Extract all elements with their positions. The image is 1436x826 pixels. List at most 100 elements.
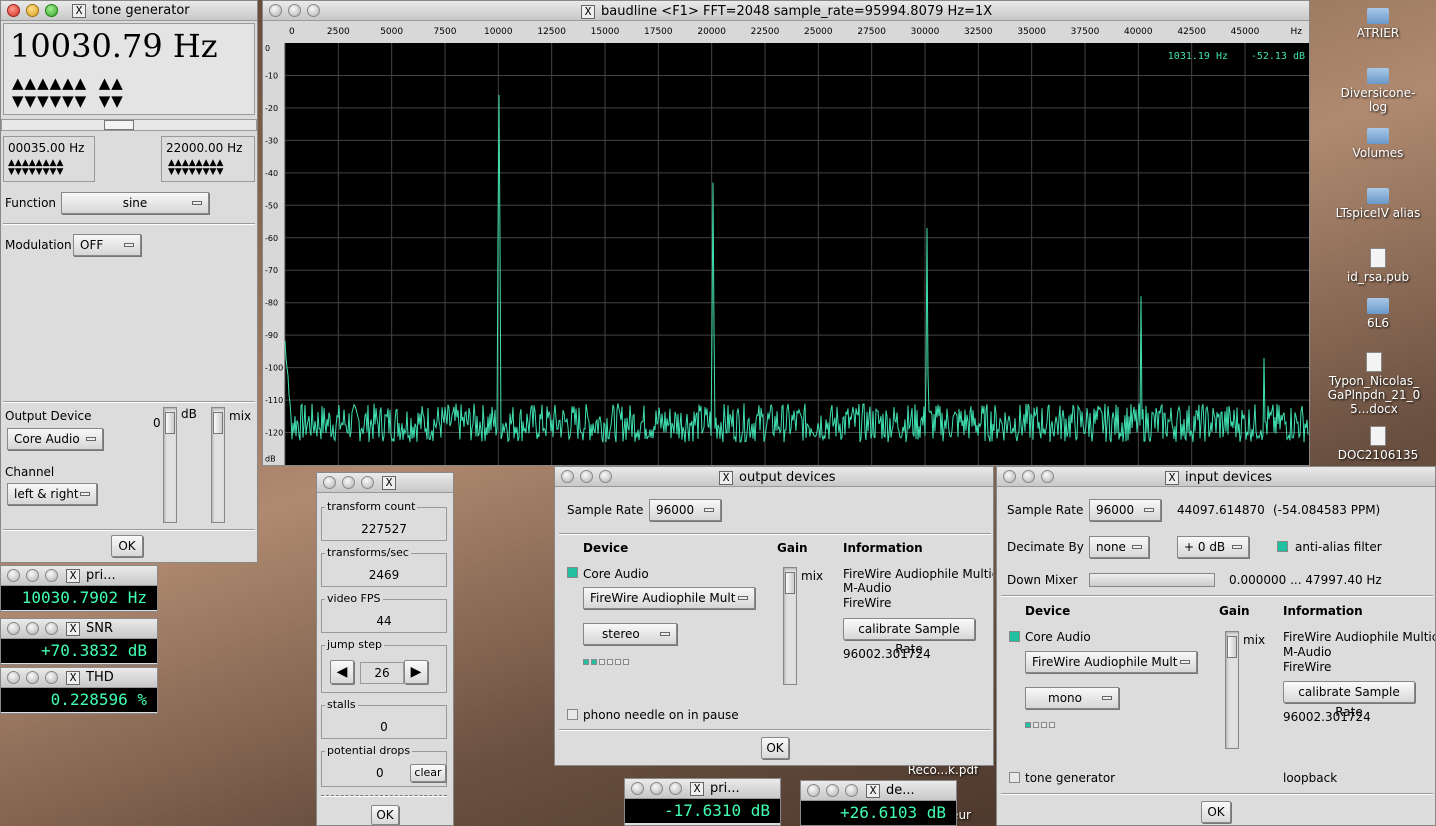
decimate-select[interactable]: none bbox=[1089, 536, 1149, 558]
minimize-button[interactable] bbox=[342, 476, 355, 489]
frequency-slider[interactable] bbox=[1, 119, 257, 131]
core-audio-checkbox[interactable] bbox=[567, 567, 578, 578]
x-tick-label: 2500 bbox=[327, 27, 350, 37]
zoom-button[interactable] bbox=[45, 4, 58, 17]
zoom-button[interactable] bbox=[845, 784, 858, 797]
close-button[interactable] bbox=[269, 4, 282, 17]
zoom-button[interactable] bbox=[45, 671, 58, 684]
jump-step-value[interactable]: 26 bbox=[360, 662, 404, 684]
meter-titlebar[interactable]: Xde... bbox=[801, 781, 956, 801]
ok-button[interactable]: OK bbox=[371, 805, 399, 825]
x11-icon: X bbox=[690, 781, 704, 796]
tone-generator-checkbox[interactable] bbox=[1009, 772, 1020, 783]
channel-mode-select[interactable]: stereo bbox=[583, 623, 677, 645]
function-select[interactable]: sine bbox=[61, 192, 209, 214]
window-title: baudline <F1> FFT=2048 sample_rate=95994… bbox=[601, 4, 993, 19]
sample-rate-select[interactable]: 96000 bbox=[649, 499, 721, 521]
down-mixer-slider[interactable] bbox=[1089, 573, 1215, 587]
desktop-item-ltspice[interactable]: LTspiceIV alias bbox=[1333, 188, 1423, 220]
close-button[interactable] bbox=[7, 671, 20, 684]
anti-alias-checkbox[interactable] bbox=[1277, 541, 1288, 552]
mix-slider[interactable] bbox=[211, 407, 225, 523]
desktop-item-6l6[interactable]: 6L6 bbox=[1333, 298, 1423, 330]
zoom-button[interactable] bbox=[599, 470, 612, 483]
close-button[interactable] bbox=[631, 782, 644, 795]
gain-slider-thumb[interactable] bbox=[785, 572, 795, 594]
zoom-button[interactable] bbox=[361, 476, 374, 489]
video-fps-group: video FPS 44 bbox=[321, 592, 447, 633]
mix-slider-thumb[interactable] bbox=[213, 412, 223, 434]
minimize-button[interactable] bbox=[826, 784, 839, 797]
window-title: output devices bbox=[739, 470, 836, 485]
desktop-item-idrsa[interactable]: id_rsa.pub bbox=[1333, 248, 1423, 284]
gain-slider[interactable] bbox=[783, 567, 797, 685]
gain-slider-thumb[interactable] bbox=[165, 412, 175, 434]
calibrate-sample-rate-button[interactable]: calibrate Sample Rate bbox=[1283, 681, 1415, 719]
zoom-button[interactable] bbox=[1041, 470, 1054, 483]
meter-titlebar[interactable]: Xpri... bbox=[625, 779, 780, 799]
frequency-display: 10030.79 Hz ▲▲▲▲▲▲ ▲▲ ▼▼▼▼▼▼ ▼▼ bbox=[3, 23, 255, 115]
output-device-select[interactable]: Core Audio bbox=[7, 428, 103, 450]
close-button[interactable] bbox=[7, 4, 20, 17]
anti-alias-label: anti-alias filter bbox=[1295, 540, 1382, 554]
desktop-item-volumes[interactable]: Volumes bbox=[1333, 128, 1423, 160]
close-button[interactable] bbox=[1003, 470, 1016, 483]
jump-forward-button[interactable]: ▶ bbox=[404, 660, 428, 684]
minimize-button[interactable] bbox=[1022, 470, 1035, 483]
chevron-down-icon bbox=[1102, 696, 1112, 700]
input-titlebar[interactable]: Xinput devices bbox=[997, 467, 1435, 487]
channel-mode-select[interactable]: mono bbox=[1025, 687, 1119, 709]
close-button[interactable] bbox=[561, 470, 574, 483]
spectrum-chart[interactable]: 0 2500 5000 7500 10000 12500 15000 17500 20000 22… bbox=[263, 21, 1309, 465]
zoom-button[interactable] bbox=[45, 569, 58, 582]
device-select[interactable]: FireWire Audiophile Mult bbox=[1025, 651, 1197, 673]
ok-button[interactable]: OK bbox=[111, 535, 143, 557]
desktop-item-typon[interactable]: Typon_Nicolas_GaPlnpdn_21_05...docx bbox=[1325, 352, 1423, 416]
phono-needle-checkbox[interactable] bbox=[567, 709, 578, 720]
zoom-button[interactable] bbox=[45, 622, 58, 635]
desktop-item-diversicone[interactable]: Diversicone-log bbox=[1333, 68, 1423, 114]
sample-rate-select[interactable]: 96000 bbox=[1089, 499, 1161, 521]
meter-titlebar[interactable]: X THD bbox=[1, 668, 157, 688]
minimize-button[interactable] bbox=[26, 4, 39, 17]
gain-slider[interactable] bbox=[163, 407, 177, 523]
frequency-slider-thumb[interactable] bbox=[104, 120, 134, 130]
zoom-button[interactable] bbox=[669, 782, 682, 795]
y-tick-label: -100 bbox=[265, 364, 283, 373]
baudline-titlebar[interactable]: X baudline <F1> FFT=2048 sample_rate=959… bbox=[263, 1, 1309, 21]
high-freq-steppers[interactable]: ▲▲▲▲▲▲▲▲ ▼▼▼▼▼▼▼▼ bbox=[162, 159, 254, 177]
stats-titlebar[interactable]: X bbox=[317, 473, 453, 493]
close-button[interactable] bbox=[323, 476, 336, 489]
desktop-item-doc[interactable]: DOC2106135 bbox=[1333, 426, 1423, 462]
output-titlebar[interactable]: Xoutput devices bbox=[555, 467, 993, 487]
close-button[interactable] bbox=[807, 784, 820, 797]
close-button[interactable] bbox=[7, 622, 20, 635]
ok-button[interactable]: OK bbox=[1201, 801, 1231, 823]
tone-titlebar[interactable]: X tone generator bbox=[1, 1, 257, 21]
minimize-button[interactable] bbox=[26, 622, 39, 635]
frequency-steppers[interactable]: ▲▲▲▲▲▲ ▲▲ ▼▼▼▼▼▼ ▼▼ bbox=[12, 74, 124, 110]
minimize-button[interactable] bbox=[650, 782, 663, 795]
minimize-button[interactable] bbox=[580, 470, 593, 483]
calibrate-sample-rate-button[interactable]: calibrate Sample Rate bbox=[843, 618, 975, 656]
channel-select[interactable]: left & right bbox=[7, 483, 97, 505]
modulation-select[interactable]: OFF bbox=[73, 234, 141, 256]
clear-button[interactable]: clear bbox=[410, 764, 446, 782]
low-freq-steppers[interactable]: ▲▲▲▲▲▲▲▲ ▼▼▼▼▼▼▼▼ bbox=[4, 159, 94, 177]
minimize-button[interactable] bbox=[26, 569, 39, 582]
gain-slider[interactable] bbox=[1225, 631, 1239, 749]
input-gain-select[interactable]: + 0 dB bbox=[1177, 536, 1249, 558]
desktop-item-atrier[interactable]: ATRIER bbox=[1333, 8, 1423, 40]
close-button[interactable] bbox=[7, 569, 20, 582]
meter-titlebar[interactable]: X SNR bbox=[1, 619, 157, 639]
info-vendor: M-Audio bbox=[1283, 645, 1332, 659]
gain-slider-thumb[interactable] bbox=[1227, 636, 1237, 658]
ok-button[interactable]: OK bbox=[761, 737, 789, 759]
jump-back-button[interactable]: ◀ bbox=[330, 660, 354, 684]
core-audio-checkbox[interactable] bbox=[1009, 631, 1020, 642]
meter-titlebar[interactable]: Xpri... bbox=[1, 566, 157, 586]
minimize-button[interactable] bbox=[288, 4, 301, 17]
minimize-button[interactable] bbox=[26, 671, 39, 684]
device-select[interactable]: FireWire Audiophile Mult bbox=[583, 587, 755, 609]
zoom-button[interactable] bbox=[307, 4, 320, 17]
